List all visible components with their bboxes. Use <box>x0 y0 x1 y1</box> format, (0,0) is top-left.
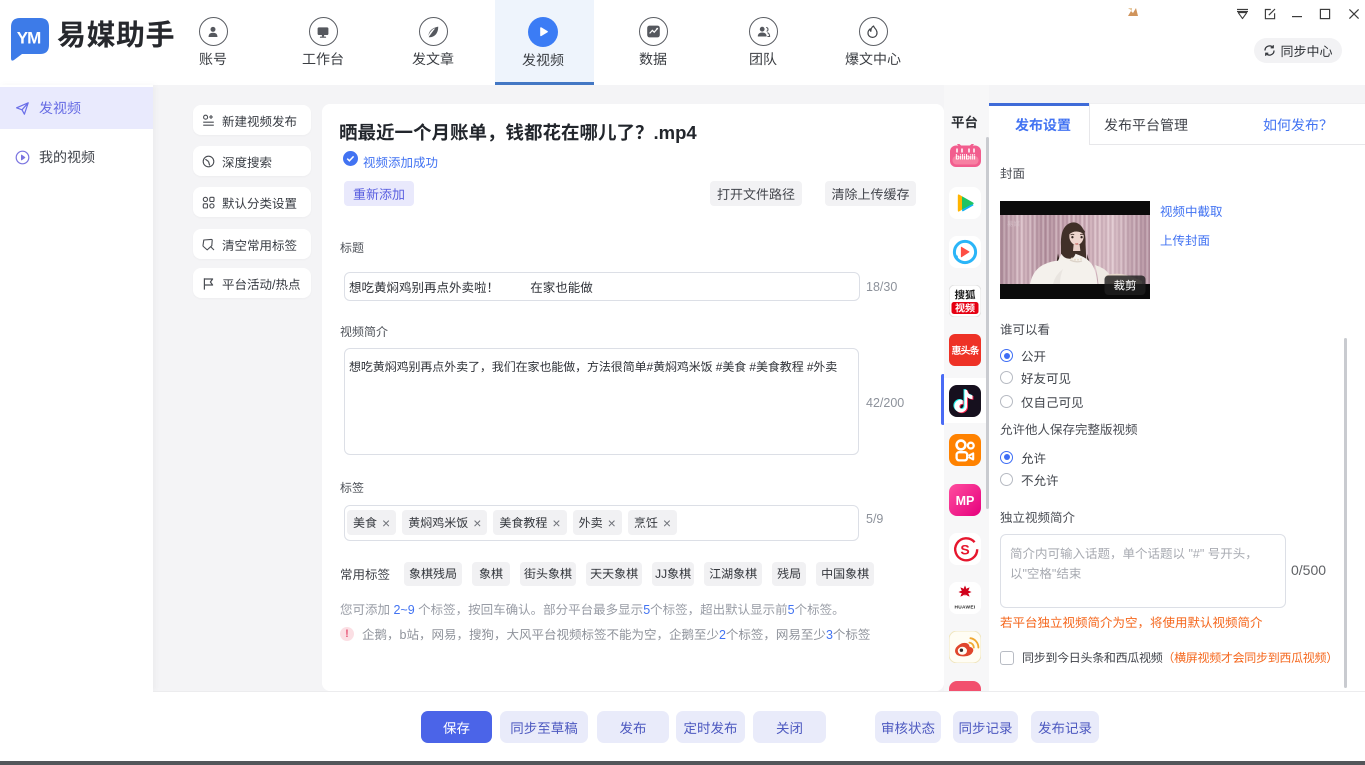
svg-text:S: S <box>960 541 969 557</box>
svg-text:bilibili: bilibili <box>955 155 975 162</box>
svg-text:搜狐: 搜狐 <box>955 289 976 301</box>
svg-text:YM: YM <box>17 29 41 48</box>
svg-text:HUAWEI: HUAWEI <box>955 604 976 610</box>
svg-text:惠头条: 惠头条 <box>952 345 980 357</box>
svg-text:视频: 视频 <box>955 302 975 314</box>
svg-text:易媒: 易媒 <box>1007 220 1021 228</box>
svg-text:裁剪: 裁剪 <box>1114 280 1137 293</box>
svg-text:MP: MP <box>956 494 975 508</box>
